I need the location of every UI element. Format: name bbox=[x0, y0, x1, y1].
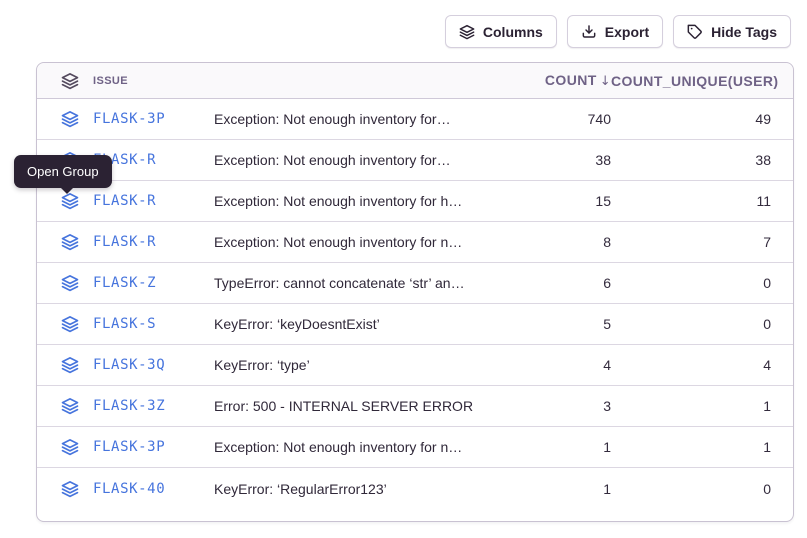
header-count-label: COUNT bbox=[545, 72, 597, 88]
header-count[interactable]: COUNT↓ bbox=[501, 72, 611, 89]
count-value: 4 bbox=[501, 357, 611, 373]
issue-message: Exception: Not enough inventory for n… bbox=[214, 439, 501, 455]
open-group-icon[interactable] bbox=[37, 397, 93, 415]
open-group-icon[interactable] bbox=[37, 274, 93, 292]
count-value: 5 bbox=[501, 316, 611, 332]
issue-column-stack-icon bbox=[37, 72, 93, 90]
tooltip-arrow-icon bbox=[60, 187, 74, 201]
issue-message: TypeError: cannot concatenate ‘str’ an… bbox=[214, 275, 501, 291]
count-unique-value: 4 bbox=[611, 357, 771, 373]
table-row: FLASK-3P Exception: Not enough inventory… bbox=[37, 427, 793, 468]
open-group-icon[interactable] bbox=[37, 356, 93, 374]
count-value: 740 bbox=[501, 111, 611, 127]
open-group-tooltip-label: Open Group bbox=[27, 164, 99, 179]
table-row: FLASK-R Exception: Not enough inventory … bbox=[37, 181, 793, 222]
issue-message: Exception: Not enough inventory for n… bbox=[214, 234, 501, 250]
hide-tags-button-label: Hide Tags bbox=[711, 24, 777, 40]
table-row: FLASK-R Exception: Not enough inventory … bbox=[37, 140, 793, 181]
issue-link[interactable]: FLASK-S bbox=[93, 316, 214, 332]
count-unique-value: 7 bbox=[611, 234, 771, 250]
export-button[interactable]: Export bbox=[567, 15, 663, 48]
count-unique-value: 1 bbox=[611, 398, 771, 414]
table-row: FLASK-3Z Error: 500 - INTERNAL SERVER ER… bbox=[37, 386, 793, 427]
download-icon bbox=[581, 24, 597, 40]
count-unique-value: 1 bbox=[611, 439, 771, 455]
count-value: 6 bbox=[501, 275, 611, 291]
tag-icon bbox=[687, 24, 703, 40]
open-group-tooltip: Open Group bbox=[14, 155, 112, 188]
issue-message: Exception: Not enough inventory for h… bbox=[214, 193, 501, 209]
issue-link[interactable]: FLASK-R bbox=[93, 193, 214, 209]
table-body: FLASK-3P Exception: Not enough inventory… bbox=[37, 99, 793, 509]
issue-link[interactable]: FLASK-R bbox=[93, 234, 214, 250]
issue-link[interactable]: FLASK-Z bbox=[93, 275, 214, 291]
table-row: FLASK-S KeyError: ‘keyDoesntExist’ 5 0 bbox=[37, 304, 793, 345]
table-row: FLASK-Z TypeError: cannot concatenate ‘s… bbox=[37, 263, 793, 304]
open-group-icon[interactable] bbox=[37, 315, 93, 333]
count-unique-value: 0 bbox=[611, 316, 771, 332]
issue-message: KeyError: ‘type’ bbox=[214, 357, 501, 373]
table-row: FLASK-R Exception: Not enough inventory … bbox=[37, 222, 793, 263]
export-button-label: Export bbox=[605, 24, 649, 40]
open-group-icon[interactable] bbox=[37, 480, 93, 498]
hide-tags-button[interactable]: Hide Tags bbox=[673, 15, 791, 48]
open-group-icon[interactable] bbox=[37, 110, 93, 128]
count-value: 15 bbox=[501, 193, 611, 209]
results-table: ISSUE COUNT↓ COUNT_UNIQUE(USER) FLASK-3P… bbox=[36, 62, 794, 522]
count-value: 38 bbox=[501, 152, 611, 168]
count-value: 1 bbox=[501, 439, 611, 455]
issue-message: KeyError: ‘RegularError123’ bbox=[214, 481, 501, 497]
header-count-unique[interactable]: COUNT_UNIQUE(USER) bbox=[611, 73, 771, 89]
columns-button[interactable]: Columns bbox=[445, 15, 557, 48]
issue-link[interactable]: FLASK-3P bbox=[93, 439, 214, 455]
count-value: 1 bbox=[501, 481, 611, 497]
issue-message: Exception: Not enough inventory for… bbox=[214, 152, 501, 168]
issue-message: Exception: Not enough inventory for… bbox=[214, 111, 501, 127]
issue-message: KeyError: ‘keyDoesntExist’ bbox=[214, 316, 501, 332]
header-issue[interactable]: ISSUE bbox=[93, 75, 214, 87]
count-unique-value: 0 bbox=[611, 481, 771, 497]
count-unique-value: 38 bbox=[611, 152, 771, 168]
issue-link[interactable]: FLASK-3Q bbox=[93, 357, 214, 373]
count-value: 8 bbox=[501, 234, 611, 250]
table-row: FLASK-3Q KeyError: ‘type’ 4 4 bbox=[37, 345, 793, 386]
issue-message: Error: 500 - INTERNAL SERVER ERROR bbox=[214, 398, 501, 414]
stack-layers-icon bbox=[459, 24, 475, 40]
open-group-icon[interactable] bbox=[37, 233, 93, 251]
issue-link[interactable]: FLASK-3Z bbox=[93, 398, 214, 414]
issue-link[interactable]: FLASK-40 bbox=[93, 481, 214, 497]
count-unique-value: 49 bbox=[611, 111, 771, 127]
issue-link[interactable]: FLASK-3P bbox=[93, 111, 214, 127]
count-unique-value: 11 bbox=[611, 193, 771, 209]
table-row: FLASK-3P Exception: Not enough inventory… bbox=[37, 99, 793, 140]
count-value: 3 bbox=[501, 398, 611, 414]
toolbar: Columns Export Hide Tags bbox=[445, 15, 791, 48]
sort-desc-icon: ↓ bbox=[600, 74, 611, 89]
open-group-icon[interactable] bbox=[37, 438, 93, 456]
columns-button-label: Columns bbox=[483, 24, 543, 40]
count-unique-value: 0 bbox=[611, 275, 771, 291]
table-row: FLASK-40 KeyError: ‘RegularError123’ 1 0 bbox=[37, 468, 793, 509]
table-header-row: ISSUE COUNT↓ COUNT_UNIQUE(USER) bbox=[37, 63, 793, 99]
